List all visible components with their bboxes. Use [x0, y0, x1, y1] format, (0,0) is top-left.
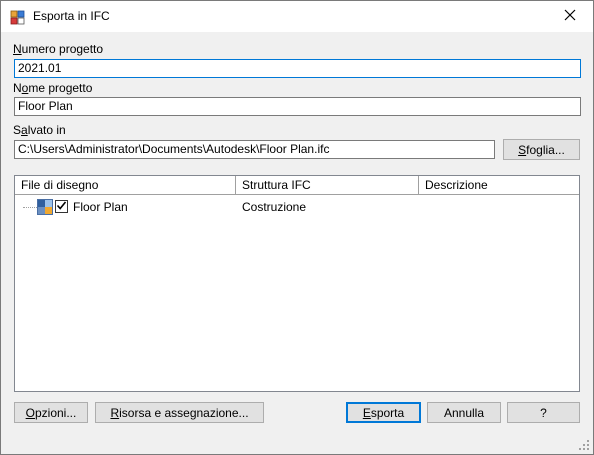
browse-button[interactable]: Sfoglia...	[503, 139, 580, 160]
title-bar[interactable]: Esporta in IFC	[1, 1, 593, 32]
drawing-file-name: Floor Plan	[73, 200, 128, 214]
table-row[interactable]: Floor Plan Costruzione	[15, 198, 579, 216]
project-number-label: Numero progetto	[13, 42, 104, 56]
saved-in-label: Salvato in	[13, 123, 66, 137]
checkmark-icon	[56, 200, 67, 214]
project-name-label: Nome progetto	[13, 81, 93, 95]
ifc-structure-cell: Costruzione	[242, 200, 307, 214]
project-number-input[interactable]: 2021.01	[14, 59, 581, 78]
saved-in-path-input[interactable]: C:\Users\Administrator\Documents\Autodes…	[14, 140, 495, 159]
list-header: File di disegno Struttura IFC Descrizion…	[15, 176, 579, 195]
close-icon	[564, 9, 576, 24]
help-button[interactable]: ?	[507, 402, 580, 423]
export-ifc-dialog: Esporta in IFC Numero progetto 2021.01 N…	[0, 0, 594, 455]
column-header-drawing-file[interactable]: File di disegno	[15, 176, 236, 194]
resize-grip-icon[interactable]	[578, 439, 590, 451]
column-header-description[interactable]: Descrizione	[419, 176, 579, 194]
floor-plan-checkbox[interactable]	[55, 200, 68, 213]
options-button[interactable]: Opzioni...	[14, 402, 88, 423]
app-icon	[10, 9, 26, 25]
tree-connector	[23, 207, 37, 209]
window-title: Esporta in IFC	[33, 9, 110, 23]
column-header-ifc-structure[interactable]: Struttura IFC	[236, 176, 419, 194]
export-button[interactable]: Esporta	[346, 402, 421, 423]
cancel-button[interactable]: Annulla	[427, 402, 501, 423]
resource-assignment-button[interactable]: Risorsa e assegnazione...	[95, 402, 264, 423]
drawing-files-list[interactable]: File di disegno Struttura IFC Descrizion…	[14, 175, 580, 392]
project-name-input[interactable]: Floor Plan	[14, 97, 581, 116]
close-button[interactable]	[547, 1, 593, 32]
drawing-file-icon	[37, 199, 53, 215]
